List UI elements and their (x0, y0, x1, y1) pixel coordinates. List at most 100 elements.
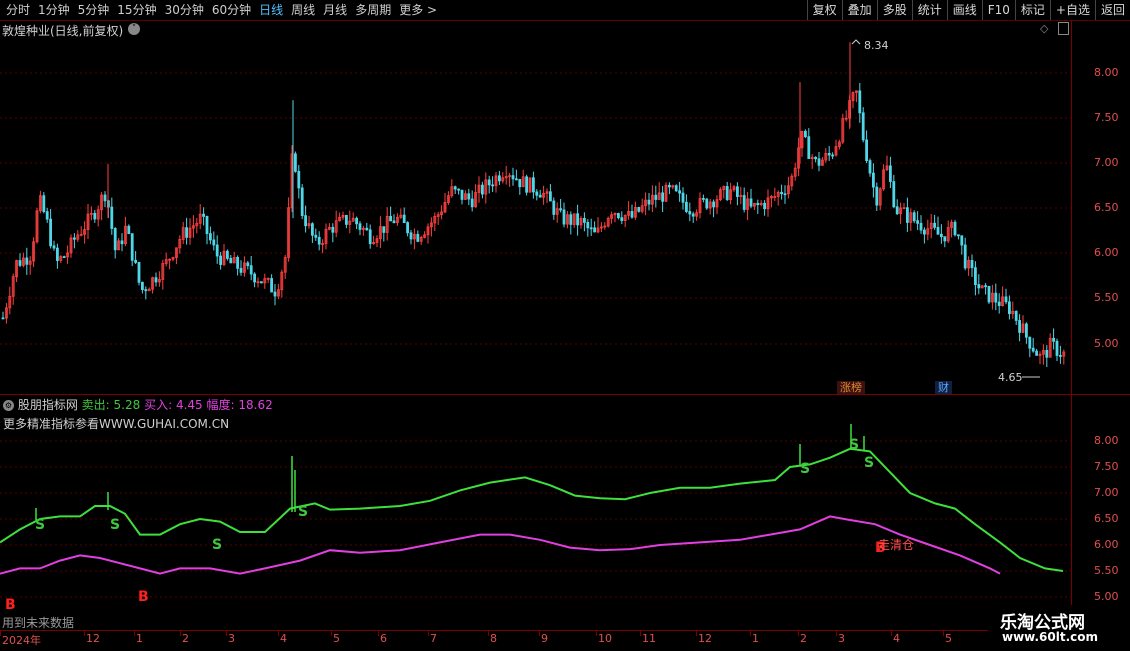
candle-body (208, 233, 212, 241)
candle-body (1018, 320, 1021, 333)
indicator-tick: 5.50 (1094, 564, 1119, 577)
candle-body (93, 212, 97, 220)
candle-body (674, 185, 678, 192)
candle-body (52, 245, 56, 249)
candle-body (691, 213, 695, 217)
candle-body (185, 227, 189, 238)
candle-body (497, 175, 501, 182)
date-tick: 2024年 (2, 634, 41, 647)
candle-body (518, 178, 522, 188)
candle-body (685, 201, 688, 212)
candle-body (725, 186, 729, 201)
date-tick: 3 (838, 632, 845, 645)
candle-body (1031, 347, 1035, 352)
candle-body (933, 222, 936, 228)
candle-body (970, 259, 974, 269)
candle-body (453, 186, 457, 190)
date-tick: 3 (228, 632, 235, 645)
candle-body (402, 214, 406, 223)
date-tick-mark (134, 631, 135, 636)
indicator-tick: 6.50 (1094, 512, 1119, 525)
date-tick-mark (226, 631, 227, 636)
candle-body (406, 222, 410, 234)
candle-body (1035, 350, 1038, 356)
low-price-label: 4.65 (998, 371, 1023, 384)
finance-badge[interactable]: 财 (935, 381, 952, 394)
date-tick-mark (798, 631, 799, 636)
date-tick: 5 (945, 632, 952, 645)
buy-value: 4.45 (175, 398, 203, 412)
date-tick-mark (180, 631, 181, 636)
candle-body (202, 213, 206, 217)
zhangbang-badge[interactable]: 涨榜 (837, 381, 865, 394)
candle-body (576, 213, 579, 226)
date-tick-mark (943, 631, 944, 636)
candle-body (1055, 340, 1059, 356)
candle-body (314, 234, 318, 238)
candle-body (804, 130, 807, 138)
price-tick: 7.50 (1094, 111, 1119, 124)
candle-body (317, 236, 321, 245)
candle-body (586, 222, 590, 229)
candle-body (654, 194, 658, 200)
date-tick-mark (331, 631, 332, 636)
candle-body (960, 235, 964, 246)
date-tick: 1 (752, 632, 759, 645)
candle-body (630, 211, 634, 218)
candle-body (749, 198, 753, 207)
candle-body (702, 198, 705, 200)
candle-body (868, 160, 872, 174)
date-tick: 11 (642, 632, 656, 645)
date-tick-mark (836, 631, 837, 636)
candle-body (225, 250, 229, 259)
indicator-tick: 8.00 (1094, 434, 1119, 447)
candle-body (525, 176, 528, 193)
candle-body (1, 317, 5, 320)
date-tick-mark (278, 631, 279, 636)
candle-body (552, 200, 556, 215)
candle-body (705, 198, 709, 209)
amplitude-value: 18.62 (238, 398, 273, 412)
candle-body (831, 154, 834, 157)
candle-body (987, 285, 991, 303)
date-tick: 12 (698, 632, 712, 645)
date-tick: 5 (333, 632, 340, 645)
gear-icon[interactable]: ⚙ (3, 400, 14, 411)
candle-body (562, 209, 566, 225)
candle-body (120, 240, 124, 245)
candle-body (763, 202, 766, 210)
date-tick-mark (0, 631, 1, 636)
date-tick-mark (428, 631, 429, 636)
candle-body (912, 212, 916, 222)
candle-body (589, 227, 593, 230)
price-tick: 7.00 (1094, 156, 1119, 169)
candle-body (300, 187, 304, 217)
date-tick: 1 (136, 632, 143, 645)
candle-body (647, 199, 651, 205)
sell-signal: S (110, 517, 121, 533)
candle-body (382, 226, 386, 233)
buy-label: 买入: (144, 398, 173, 412)
peak-arrow (851, 39, 861, 45)
candle-body (137, 262, 141, 283)
candle-body (780, 191, 783, 195)
candle-body (994, 292, 998, 303)
price-tick: 5.50 (1094, 291, 1119, 304)
candle-body (559, 208, 562, 211)
date-axis: 2024年 12 1 2 3 4 5 6 7 8 9 10 11 12 1 2 3 4 5 (0, 630, 1071, 651)
candle-body (637, 207, 641, 212)
date-tick: 9 (541, 632, 548, 645)
candle-body (457, 188, 461, 191)
candle-body (957, 234, 960, 237)
candle-body (365, 227, 369, 231)
candle-body (358, 223, 362, 230)
candle-body (310, 223, 314, 236)
candle-body (304, 215, 308, 227)
candle-body (668, 184, 671, 188)
candle-body (1052, 337, 1055, 342)
candle-body (62, 256, 66, 259)
candle-body (661, 192, 664, 202)
candle-body (814, 156, 817, 160)
candle-body (892, 181, 896, 208)
indicator-name[interactable]: 股朋指标网 (18, 398, 78, 412)
